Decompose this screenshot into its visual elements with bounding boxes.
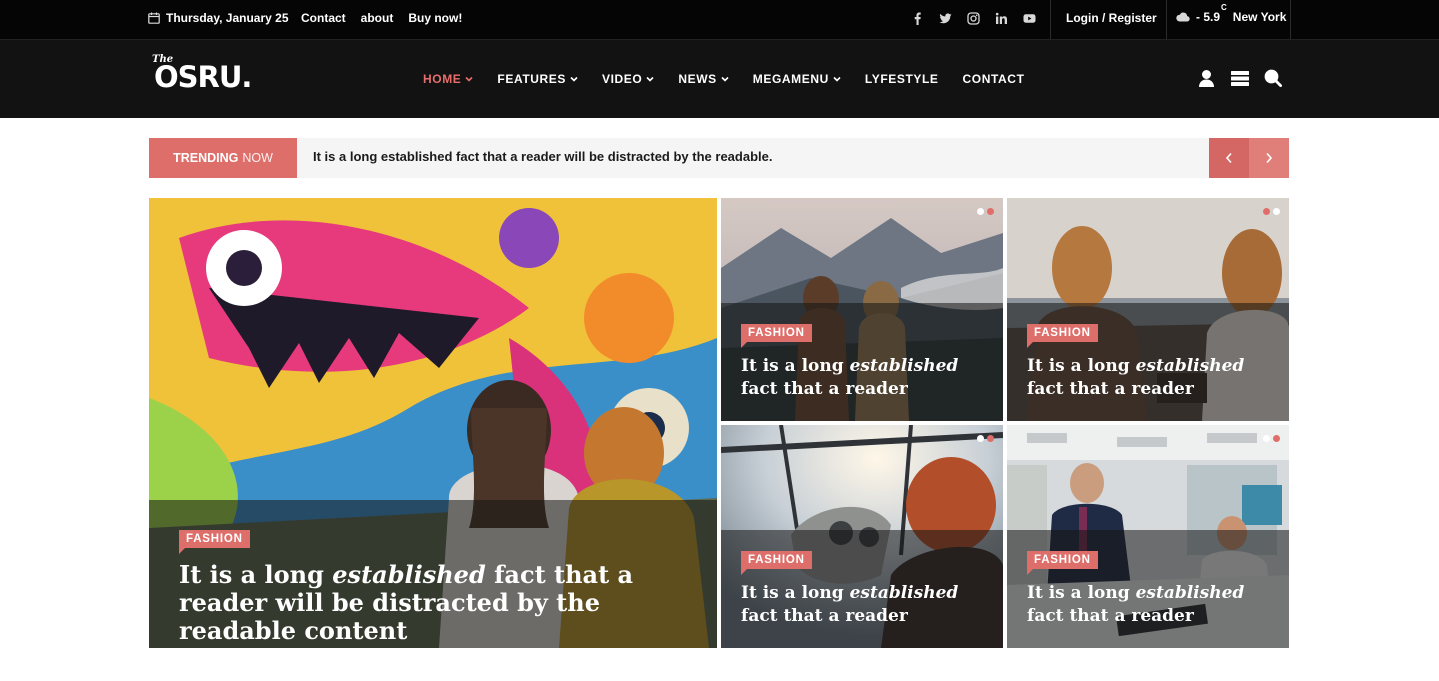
article-card[interactable]: FASHION It is a long established fact th…	[1007, 198, 1289, 421]
article-card[interactable]: FASHION It is a long established fact th…	[721, 425, 1003, 648]
top-link-contact[interactable]: Contact	[301, 11, 346, 25]
date-display: Thursday, January 25	[148, 11, 289, 25]
logo-text: OSRU.	[154, 60, 252, 94]
article-card[interactable]: FASHION It is a long established fact th…	[1007, 425, 1289, 648]
instagram-icon[interactable]	[966, 10, 981, 26]
title-text: fact that a reader	[741, 379, 908, 399]
title-text: It is a long	[1027, 583, 1136, 603]
header-icons	[1197, 68, 1282, 88]
slider-dots	[1263, 435, 1280, 442]
trending-bar: TRENDING NOW It is a long established fa…	[149, 138, 1289, 178]
slider-dot[interactable]	[977, 435, 984, 442]
title-emphasis: established	[1135, 356, 1245, 376]
top-bar: Thursday, January 25 Contact about Buy n…	[0, 0, 1439, 39]
weather-widget: - 5.9C New York	[1176, 3, 1287, 24]
nav-lyfestyle-label: LYFESTYLE	[864, 72, 939, 86]
category-badge[interactable]: FASHION	[741, 551, 812, 575]
trending-label-text: TRENDING	[173, 151, 239, 165]
trending-label-suffix: NOW	[242, 151, 273, 165]
nav-video[interactable]: VIDEO	[602, 72, 654, 86]
title-emphasis: established	[849, 356, 959, 376]
trending-label: TRENDING NOW	[149, 138, 297, 178]
article-card[interactable]: FASHION It is a long established fact th…	[721, 198, 1003, 421]
featured-article-card[interactable]: FASHION It is a long established fact th…	[149, 198, 717, 648]
nav-features-label: FEATURES	[497, 72, 566, 86]
calendar-icon	[148, 12, 160, 24]
title-emphasis: established	[1135, 583, 1245, 603]
divider	[1050, 0, 1051, 39]
facebook-icon[interactable]	[910, 10, 925, 26]
article-title[interactable]: It is a long established fact that a rea…	[1027, 355, 1277, 401]
nav-video-label: VIDEO	[602, 72, 643, 86]
nav-news[interactable]: NEWS	[678, 72, 729, 86]
featured-title[interactable]: It is a long established fact that a rea…	[179, 561, 699, 645]
trending-prev-button[interactable]	[1209, 138, 1249, 178]
social-links	[910, 10, 1037, 26]
nav-megamenu-label: MEGAMENU	[752, 72, 829, 86]
trending-headline[interactable]: It is a long established fact that a rea…	[313, 149, 772, 164]
title-text: It is a long	[1027, 356, 1136, 376]
article-title[interactable]: It is a long established fact that a rea…	[1027, 582, 1277, 628]
slider-dot-active[interactable]	[1263, 208, 1270, 215]
title-text: fact that a reader	[1027, 606, 1194, 626]
nav-news-label: NEWS	[678, 72, 717, 86]
cloud-icon	[1176, 12, 1190, 22]
slider-dots	[1263, 208, 1280, 215]
youtube-icon[interactable]	[1022, 10, 1037, 26]
nav-home-label: HOME	[423, 72, 462, 86]
slider-dots	[977, 435, 994, 442]
trending-next-button[interactable]	[1249, 138, 1289, 178]
title-emphasis: established	[332, 560, 486, 589]
title-text: It is a long	[179, 560, 333, 589]
top-links: Contact about Buy now!	[301, 11, 462, 25]
weather-temp: - 5.9	[1196, 10, 1221, 24]
linkedin-icon[interactable]	[994, 10, 1009, 26]
category-badge[interactable]: FASHION	[179, 530, 250, 554]
menu-icon[interactable]	[1230, 68, 1249, 88]
twitter-icon[interactable]	[938, 10, 953, 26]
top-link-buy-now[interactable]: Buy now!	[408, 11, 462, 25]
chevron-down-icon	[570, 76, 578, 82]
main-nav: HOME FEATURES VIDEO NEWS MEGAMENU LYFEST…	[423, 72, 1049, 86]
slider-dot-active[interactable]	[1273, 435, 1280, 442]
chevron-right-icon	[1266, 152, 1273, 164]
top-link-about[interactable]: about	[361, 11, 394, 25]
slider-dot-active[interactable]	[987, 208, 994, 215]
slider-dot-active[interactable]	[987, 435, 994, 442]
title-text: It is a long	[741, 356, 850, 376]
title-text: fact that a reader	[741, 606, 908, 626]
nav-home[interactable]: HOME	[423, 72, 473, 86]
login-register-link[interactable]: Login / Register	[1066, 11, 1157, 25]
nav-lyfestyle[interactable]: LYFESTYLE	[865, 72, 939, 86]
chevron-down-icon	[646, 76, 654, 82]
divider	[1290, 0, 1291, 39]
article-title[interactable]: It is a long established fact that a rea…	[741, 582, 991, 628]
nav-contact[interactable]: CONTACT	[963, 72, 1025, 86]
title-emphasis: established	[849, 583, 959, 603]
category-badge[interactable]: FASHION	[741, 324, 812, 348]
nav-megamenu[interactable]: MEGAMENU	[753, 72, 841, 86]
title-text: It is a long	[741, 583, 850, 603]
chevron-down-icon	[833, 76, 841, 82]
weather-unit: C	[1221, 3, 1227, 12]
divider	[1166, 0, 1167, 39]
chevron-down-icon	[465, 76, 473, 82]
title-text: fact that a reader	[1027, 379, 1194, 399]
slider-dots	[977, 208, 994, 215]
category-badge[interactable]: FASHION	[1027, 551, 1098, 575]
slider-dot[interactable]	[1263, 435, 1270, 442]
slider-dot[interactable]	[977, 208, 984, 215]
user-icon[interactable]	[1197, 68, 1216, 88]
slider-dot[interactable]	[1273, 208, 1280, 215]
date-text: Thursday, January 25	[166, 11, 289, 25]
chevron-down-icon	[721, 76, 729, 82]
weather-city: New York	[1232, 9, 1287, 24]
nav-features[interactable]: FEATURES	[497, 72, 578, 86]
article-title[interactable]: It is a long established fact that a rea…	[741, 355, 991, 401]
chevron-left-icon	[1225, 152, 1232, 164]
category-badge[interactable]: FASHION	[1027, 324, 1098, 348]
main-header: The OSRU. HOME FEATURES VIDEO NEWS MEGAM…	[0, 39, 1439, 118]
nav-contact-label: CONTACT	[962, 72, 1025, 86]
search-icon[interactable]	[1263, 68, 1282, 88]
